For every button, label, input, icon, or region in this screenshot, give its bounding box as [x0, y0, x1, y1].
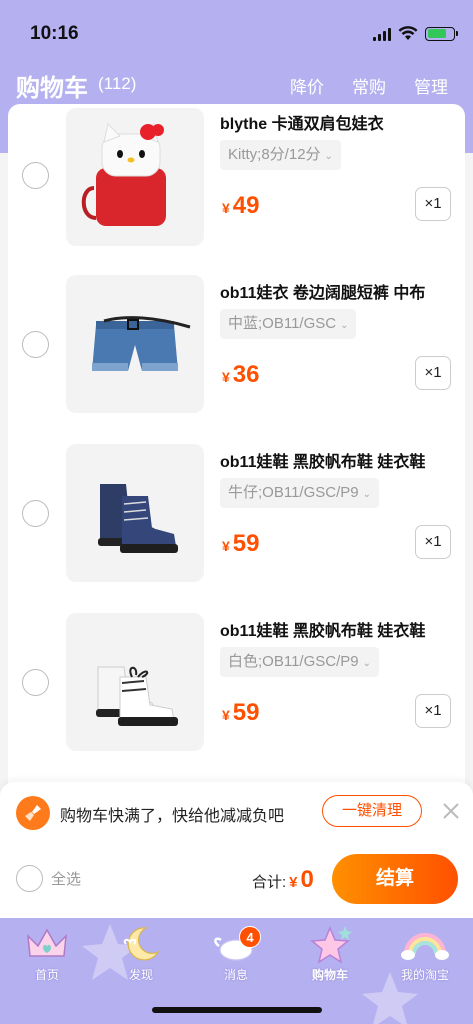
select-all-radio[interactable] — [16, 865, 43, 892]
select-all[interactable]: 全选 — [16, 865, 81, 892]
tab-messages[interactable]: 4 消息 — [189, 922, 283, 988]
message-badge: 4 — [239, 926, 261, 948]
chevron-down-icon: ⌄ — [362, 489, 371, 500]
item-title[interactable]: ob11娃鞋 黑胶帆布鞋 娃衣鞋 — [220, 617, 460, 641]
item-title[interactable]: ob11娃衣 卷边阔腿短裤 中布 — [220, 279, 460, 303]
cart-full-tip: 购物车快满了，快给他减减负吧 — [60, 808, 285, 825]
chevron-down-icon: ⌄ — [340, 320, 349, 331]
item-select-radio[interactable] — [22, 331, 49, 358]
chevron-down-icon: ⌄ — [324, 151, 333, 162]
status-bar: 10:16 — [0, 22, 473, 48]
tab-label: 我的淘宝 — [400, 968, 449, 982]
white-canvas-shoes-image — [96, 666, 178, 726]
rainbow-icon — [401, 933, 449, 960]
crown-icon — [27, 928, 67, 957]
cart-item[interactable]: ob11娃鞋 黑胶帆布鞋 娃衣鞋 白色;OB11/GSC/P9 ⌄ ¥59 ×1 — [8, 553, 465, 751]
item-select-radio[interactable] — [22, 162, 49, 189]
wifi-icon — [398, 26, 418, 40]
signal-icon — [373, 27, 391, 41]
checkout-panel: 购物车快满了，快给他减减负吧 一键清理 全选 合计: ¥ 0 结算 — [0, 782, 473, 918]
cart-item[interactable]: blythe 卡通双肩包娃衣 Kitty;8分/12分 ⌄ ¥49 ×1 — [8, 104, 465, 246]
cart-item[interactable]: ob11娃鞋 黑胶帆布鞋 娃衣鞋 牛仔;OB11/GSC/P9 ⌄ ¥59 ×1 — [8, 384, 465, 582]
tab-cart[interactable]: 购物车 — [283, 922, 377, 988]
moon-icon — [123, 927, 160, 961]
cart-list: blythe 卡通双肩包娃衣 Kitty;8分/12分 ⌄ ¥49 ×1 ob11… — [8, 104, 465, 804]
chevron-down-icon: ⌄ — [362, 658, 371, 669]
one-click-clean-button[interactable]: 一键清理 — [322, 795, 422, 827]
status-time: 10:16 — [30, 23, 79, 44]
item-sku: 白色;OB11/GSC/P9 — [228, 653, 359, 670]
select-all-label: 全选 — [51, 871, 82, 888]
battery-icon — [425, 26, 458, 41]
cart-count: (112) — [98, 74, 137, 93]
tab-label: 首页 — [34, 968, 59, 982]
item-sku: 牛仔;OB11/GSC/P9 — [228, 484, 359, 501]
tab-my-taobao[interactable]: 我的淘宝 — [378, 922, 472, 988]
page-title: 购物车 — [16, 75, 88, 102]
tab-label: 购物车 — [311, 968, 348, 982]
item-select-radio[interactable] — [22, 669, 49, 696]
tab-label: 发现 — [128, 968, 153, 982]
item-sku: Kitty;8分/12分 — [228, 146, 321, 163]
item-title[interactable]: ob11娃鞋 黑胶帆布鞋 娃衣鞋 — [220, 448, 460, 472]
frequent-buy-button[interactable]: 常购 — [352, 73, 386, 98]
item-sku-selector[interactable]: 白色;OB11/GSC/P9 ⌄ — [220, 647, 379, 677]
quantity-stepper[interactable]: ×1 — [415, 694, 451, 728]
item-title[interactable]: blythe 卡通双肩包娃衣 — [220, 110, 460, 134]
tab-label: 消息 — [223, 968, 248, 982]
tab-discover[interactable]: 发现 — [94, 922, 188, 988]
item-sku-selector[interactable]: Kitty;8分/12分 ⌄ — [220, 140, 341, 170]
item-sku-selector[interactable]: 牛仔;OB11/GSC/P9 ⌄ — [220, 478, 379, 508]
star-icon — [310, 926, 352, 964]
manage-button[interactable]: 管理 — [414, 73, 448, 98]
item-price: ¥59 — [222, 699, 260, 726]
product-image[interactable] — [66, 613, 204, 751]
total-price: 合计: ¥ 0 — [252, 866, 314, 893]
tab-home[interactable]: 首页 — [0, 922, 94, 988]
home-indicator — [152, 1007, 322, 1013]
cart-item[interactable]: ob11娃衣 卷边阔腿短裤 中布 中蓝;OB11/GSC ⌄ ¥36 ×1 — [8, 215, 465, 413]
status-icons — [373, 26, 458, 41]
item-sku: 中蓝;OB11/GSC — [228, 315, 337, 332]
close-icon[interactable] — [440, 800, 462, 822]
broom-icon — [16, 796, 50, 830]
title-row: 购物车 (112) 降价 常购 管理 — [16, 68, 457, 102]
header-actions: 降价 常购 管理 — [290, 73, 448, 98]
item-select-radio[interactable] — [22, 500, 49, 527]
price-drop-button[interactable]: 降价 — [290, 73, 324, 98]
item-sku-selector[interactable]: 中蓝;OB11/GSC ⌄ — [220, 309, 357, 339]
checkout-button[interactable]: 结算 — [332, 854, 458, 904]
